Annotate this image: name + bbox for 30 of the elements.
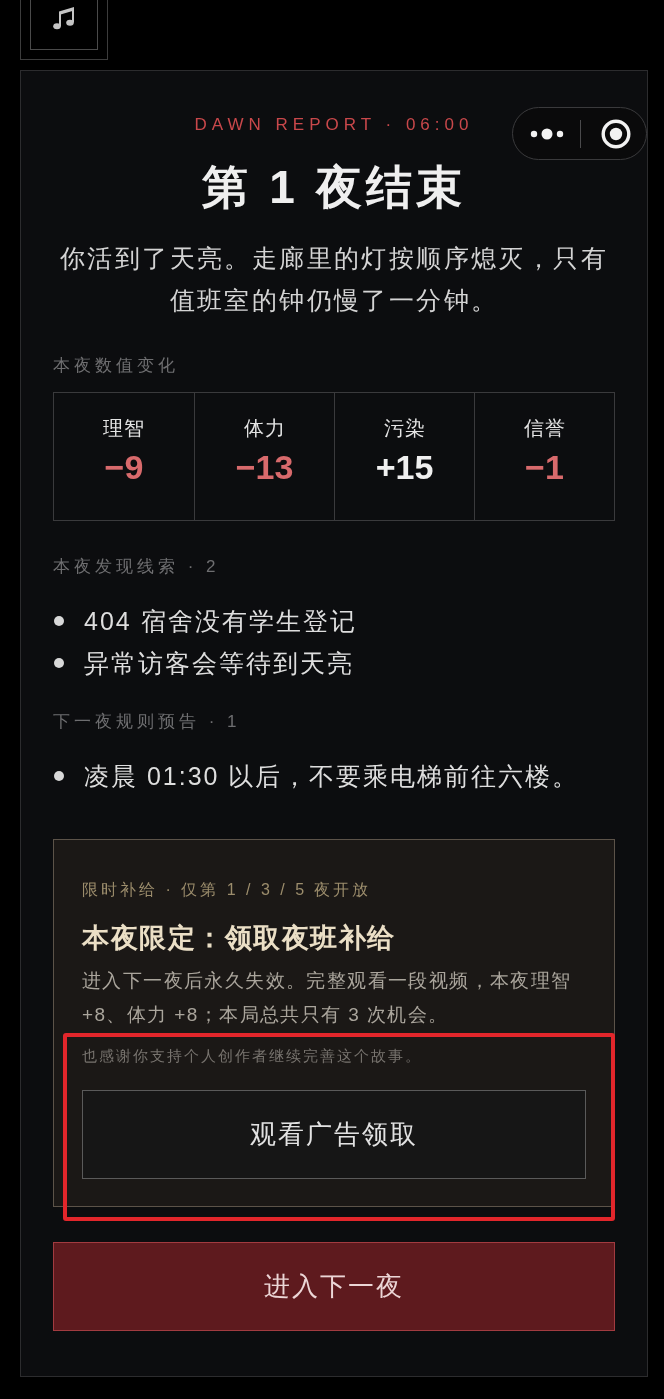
stat-label: 信誉: [523, 416, 566, 441]
bullet-icon: [54, 658, 64, 668]
section-heading: 下一夜规则预告 · 1: [53, 711, 242, 733]
supply-eyebrow: 限时补给 · 仅第 1 / 3 / 5 夜开放: [82, 880, 373, 900]
report-title: 第 1 夜结束: [202, 161, 466, 213]
next-night-button[interactable]: 进入下一夜: [53, 1242, 615, 1331]
music-note-icon: [52, 6, 76, 30]
section-heading: 本夜发现线索 · 2: [53, 556, 221, 578]
stat-label: 体力: [243, 416, 286, 441]
report-summary: 你活到了天亮。走廊里的灯按顺序熄灭，只有值班室的钟仍慢了一分钟。: [59, 243, 609, 316]
music-button[interactable]: [20, 0, 108, 60]
stat-value: −9: [104, 447, 144, 487]
watch-ad-button[interactable]: 观看广告领取: [82, 1090, 586, 1179]
bullet-icon: [54, 771, 64, 781]
supply-title: 本夜限定：领取夜班补给: [82, 922, 397, 955]
stat-value: +15: [375, 447, 434, 487]
stat-value: −1: [525, 447, 564, 487]
stat-label: 理智: [103, 416, 145, 441]
list-item-text: 异常访客会等待到天亮: [84, 648, 354, 679]
supply-description: 进入下一夜后永久失效。完整观看一段视频，本夜理智 +8、体力 +8；本局总共只有 3 次机会。: [82, 969, 573, 1027]
stat-label: 污染: [383, 416, 426, 441]
list-item-text: 404 宿舍没有学生登记: [84, 606, 357, 637]
section-heading: 本夜数值变化: [53, 355, 180, 377]
stat-value: −13: [235, 447, 294, 487]
list-item-text: 凌晨 01:30 以后，不要乘电梯前往六楼。: [84, 761, 580, 792]
supply-note: 也感谢你支持个人创作者继续完善这个故事。: [82, 1046, 423, 1066]
more-icon[interactable]: [530, 127, 564, 140]
circle-dot-icon[interactable]: [601, 118, 631, 149]
bullet-icon: [54, 616, 64, 626]
report-eyebrow: DAWN REPORT · 06:00: [194, 115, 474, 135]
